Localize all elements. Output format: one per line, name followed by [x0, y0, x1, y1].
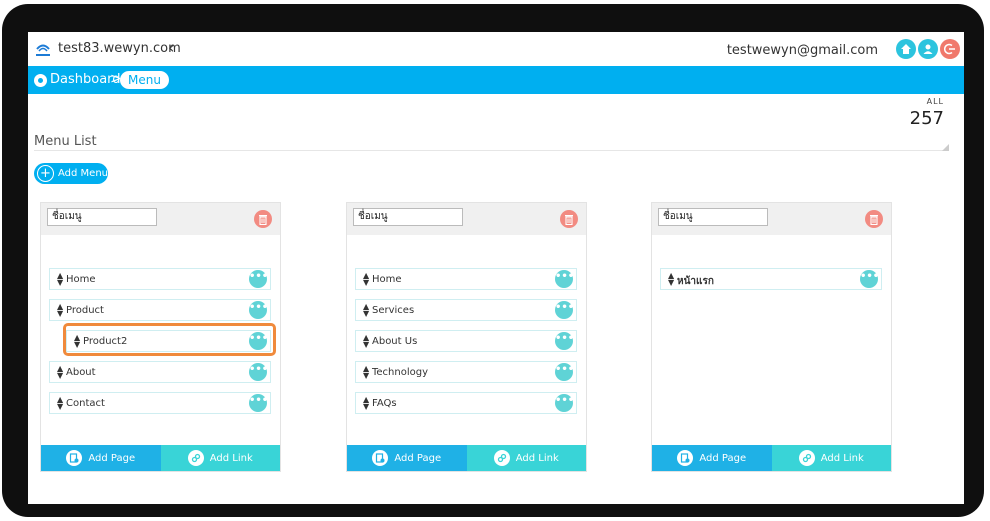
menu-item-label: FAQs [372, 398, 397, 409]
menu-item-label: Home [66, 274, 96, 285]
sort-arrows-icon[interactable]: ▲ ▼ [57, 303, 63, 318]
menu-item[interactable]: ▲ ▼ About Us ••• [355, 330, 577, 352]
count-value: 257 [909, 108, 944, 129]
add-page-icon [677, 450, 694, 466]
card-header: ชื่อเมนู [41, 203, 280, 235]
menu-item-label: Home [372, 274, 402, 285]
menu-item[interactable]: ▲ ▼ Services ••• [355, 299, 577, 321]
title-divider [34, 150, 948, 151]
menu-item[interactable]: ▲ ▼ About ••• [49, 361, 271, 383]
add-link-button[interactable]: Add Link [160, 445, 280, 471]
sort-arrows-icon[interactable]: ▲ ▼ [363, 396, 369, 411]
app-screen: test83.wewyn.com ‹ testwewyn@gmail.com D… [28, 32, 964, 504]
more-dots-icon[interactable]: ••• [555, 270, 574, 288]
menu-item[interactable]: ▲ ▼ FAQs ••• [355, 392, 577, 414]
more-dots-icon[interactable]: ••• [555, 332, 574, 350]
menu-item-label: Product [66, 305, 104, 316]
add-page-label: Add Page [88, 452, 136, 464]
sort-arrows-icon[interactable]: ▲ ▼ [363, 272, 369, 287]
sort-arrows-icon[interactable]: ▲ ▼ [363, 303, 369, 318]
plus-icon: + [37, 165, 54, 182]
add-page-icon [372, 450, 389, 466]
more-dots-icon[interactable]: ••• [555, 363, 574, 381]
logout-icon[interactable] [940, 39, 960, 59]
card-header: ชื่อเมนู [347, 203, 586, 235]
menu-item[interactable]: ▲ ▼ Home ••• [355, 268, 577, 290]
add-link-icon [493, 450, 510, 466]
menu-card-2: ชื่อเมนู ▲ ▼ Home ••• ▲ ▼ Services ••• ▲ ▼ … [346, 202, 587, 472]
add-link-label: Add Link [820, 452, 864, 464]
menu-item[interactable]: ▲ ▼ Technology ••• [355, 361, 577, 383]
sort-arrows-icon[interactable]: ▲ ▼ [363, 365, 369, 380]
site-domain: test83.wewyn.com [58, 41, 181, 56]
menu-name-input[interactable]: ชื่อเมนู [658, 208, 768, 226]
sort-arrows-icon[interactable]: ▲ ▼ [363, 334, 369, 349]
menu-name-input[interactable]: ชื่อเมนู [47, 208, 157, 226]
home-icon[interactable] [896, 39, 916, 59]
breadcrumb-current-menu: Menu [120, 71, 169, 89]
breadcrumb: Dashboard > Menu [28, 66, 964, 94]
more-dots-icon[interactable]: ••• [860, 270, 879, 288]
menu-card-3: ชื่อเมนู ▲ ▼ หน้าแรก ••• Add Page Add Lin… [651, 202, 892, 472]
card-footer: Add Page Add Link [41, 445, 280, 471]
menu-item[interactable]: ▲ ▼ Contact ••• [49, 392, 271, 414]
wewyn-logo-icon [36, 44, 50, 56]
device-frame: test83.wewyn.com ‹ testwewyn@gmail.com D… [2, 4, 984, 517]
add-page-button[interactable]: Add Page [652, 445, 772, 471]
user-icon[interactable] [918, 39, 938, 59]
sort-arrows-icon[interactable]: ▲ ▼ [57, 365, 63, 380]
menu-item-label: หน้าแรก [677, 276, 714, 287]
menu-item[interactable]: ▲ ▼ หน้าแรก ••• [660, 268, 882, 290]
card-footer: Add Page Add Link [652, 445, 891, 471]
menu-item-label: Services [372, 305, 415, 316]
menu-item-label: About Us [372, 336, 418, 347]
page-title: Menu List [34, 134, 97, 149]
add-menu-label: Add Menu [58, 168, 108, 179]
card-header: ชื่อเมนู [652, 203, 891, 235]
card-footer: Add Page Add Link [347, 445, 586, 471]
add-link-button[interactable]: Add Link [466, 445, 586, 471]
add-page-label: Add Page [394, 452, 442, 464]
more-dots-icon[interactable]: ••• [249, 394, 268, 412]
resize-handle[interactable] [942, 144, 949, 151]
menu-item-label: About [66, 367, 96, 378]
count-label: ALL [926, 97, 944, 106]
sort-arrows-icon[interactable]: ▲ ▼ [57, 272, 63, 287]
more-dots-icon[interactable]: ••• [555, 301, 574, 319]
add-page-label: Add Page [699, 452, 747, 464]
collapse-sidebar-chevron-icon[interactable]: ‹ [168, 38, 174, 57]
add-link-label: Add Link [515, 452, 559, 464]
user-email: testwewyn@gmail.com [726, 43, 878, 58]
add-link-icon [798, 450, 815, 466]
selection-highlight [63, 323, 276, 356]
add-link-label: Add Link [209, 452, 253, 464]
menu-item[interactable]: ▲ ▼ Home ••• [49, 268, 271, 290]
add-link-button[interactable]: Add Link [771, 445, 891, 471]
add-page-button[interactable]: Add Page [41, 445, 161, 471]
sort-arrows-icon[interactable]: ▲ ▼ [668, 272, 674, 287]
menu-item[interactable]: ▲ ▼ Product ••• [49, 299, 271, 321]
trash-icon[interactable] [560, 210, 578, 228]
trash-icon[interactable] [254, 210, 272, 228]
more-dots-icon[interactable]: ••• [249, 270, 268, 288]
menu-item-label: Technology [372, 367, 429, 378]
trash-icon[interactable] [865, 210, 883, 228]
sort-arrows-icon[interactable]: ▲ ▼ [57, 396, 63, 411]
menu-item-label: Contact [66, 398, 105, 409]
add-page-icon [66, 450, 83, 466]
menu-name-input[interactable]: ชื่อเมนู [353, 208, 463, 226]
add-menu-button[interactable]: + Add Menu [34, 163, 108, 184]
more-dots-icon[interactable]: ••• [555, 394, 574, 412]
add-link-icon [187, 450, 204, 466]
more-dots-icon[interactable]: ••• [249, 363, 268, 381]
add-page-button[interactable]: Add Page [347, 445, 467, 471]
top-bar: test83.wewyn.com ‹ testwewyn@gmail.com [28, 32, 964, 66]
dashboard-gear-icon [34, 74, 47, 87]
more-dots-icon[interactable]: ••• [249, 301, 268, 319]
